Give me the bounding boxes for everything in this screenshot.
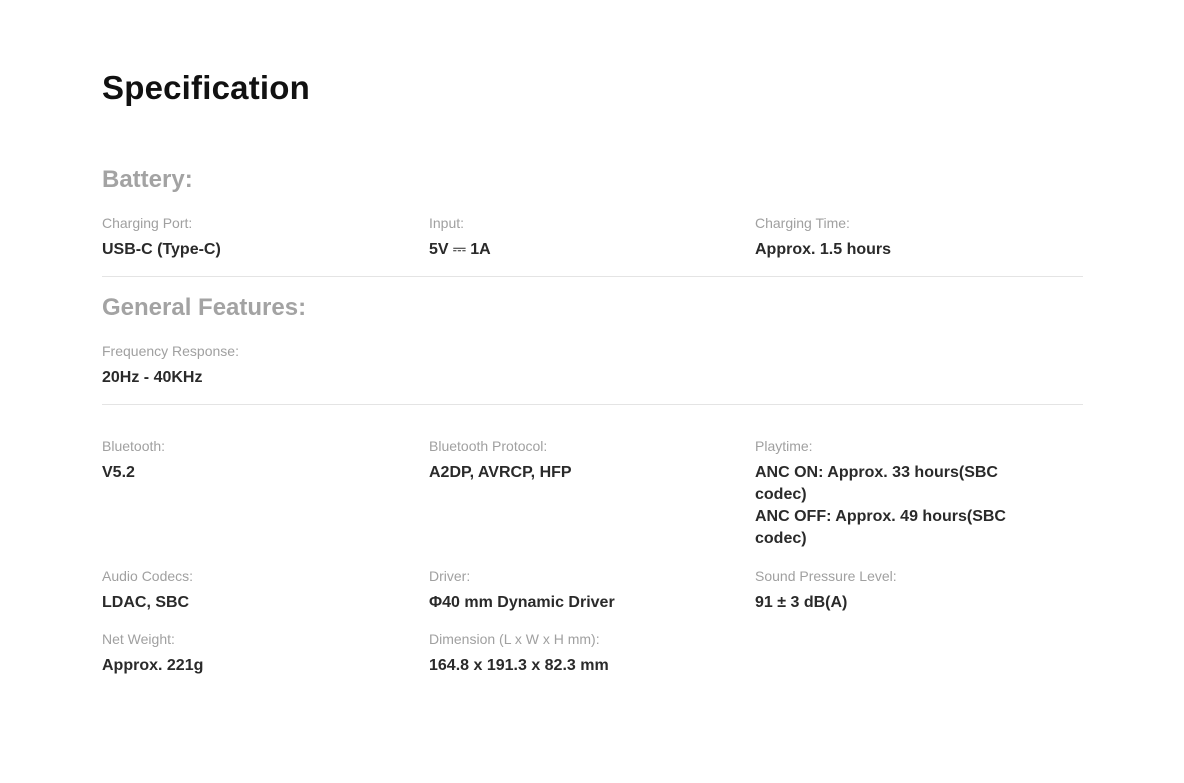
spec-label: Charging Time: [755, 215, 850, 231]
spec-audio-codecs: Audio Codecs: LDAC, SBC [102, 567, 362, 614]
section-divider [102, 276, 1083, 277]
spec-label: Frequency Response: [102, 343, 239, 359]
spec-sound-pressure-level: Sound Pressure Level: 91 ± 3 dB(A) [755, 567, 1015, 614]
spec-charging-port: Charging Port: USB-C (Type-C) [102, 214, 362, 261]
spec-label: Audio Codecs: [102, 568, 194, 584]
spec-dimension: Dimension (L x W x H mm): 164.8 x 191.3 … [429, 630, 689, 677]
spec-value: ANC ON: Approx. 33 hours(SBC codec) ANC … [755, 462, 1015, 550]
spec-label: Bluetooth: [102, 438, 166, 454]
page-title: Specification [102, 69, 310, 106]
spec-value: 5V ⎓ 1A [429, 241, 491, 258]
playtime-anc-on: ANC ON: Approx. 33 hours(SBC codec) [755, 464, 998, 503]
spec-value: LDAC, SBC [102, 594, 190, 611]
spec-value: 91 ± 3 dB(A) [755, 594, 848, 611]
spec-value: Approx. 1.5 hours [755, 241, 892, 258]
spec-label: Dimension (L x W x H mm): [429, 631, 600, 647]
battery-section-title: Battery: [102, 166, 193, 193]
section-divider [102, 404, 1083, 405]
spec-label: Bluetooth Protocol: [429, 438, 548, 454]
spec-bluetooth-protocol: Bluetooth Protocol: A2DP, AVRCP, HFP [429, 437, 689, 484]
spec-charging-time: Charging Time: Approx. 1.5 hours [755, 214, 1015, 261]
spec-value: Approx. 221g [102, 657, 204, 674]
spec-value: 20Hz - 40KHz [102, 369, 203, 386]
spec-net-weight: Net Weight: Approx. 221g [102, 630, 362, 677]
spec-value: USB-C (Type-C) [102, 241, 221, 258]
spec-label: Sound Pressure Level: [755, 568, 897, 584]
spec-bluetooth: Bluetooth: V5.2 [102, 437, 362, 484]
spec-label: Playtime: [755, 438, 813, 454]
spec-input: Input: 5V ⎓ 1A [429, 214, 689, 261]
spec-value: 164.8 x 191.3 x 82.3 mm [429, 657, 609, 674]
spec-value: A2DP, AVRCP, HFP [429, 464, 572, 481]
general-section-title: General Features: [102, 294, 307, 321]
playtime-anc-off: ANC OFF: Approx. 49 hours(SBC codec) [755, 508, 1006, 547]
spec-label: Input: [429, 215, 465, 231]
spec-label: Charging Port: [102, 215, 193, 231]
spec-label: Driver: [429, 568, 471, 584]
spec-value: Φ40 mm Dynamic Driver [429, 594, 615, 611]
spec-playtime: Playtime: ANC ON: Approx. 33 hours(SBC c… [755, 437, 1015, 550]
spec-frequency-response: Frequency Response: 20Hz - 40KHz [102, 342, 362, 389]
spec-value: V5.2 [102, 464, 135, 481]
spec-label: Net Weight: [102, 631, 175, 647]
spec-driver: Driver: Φ40 mm Dynamic Driver [429, 567, 689, 614]
